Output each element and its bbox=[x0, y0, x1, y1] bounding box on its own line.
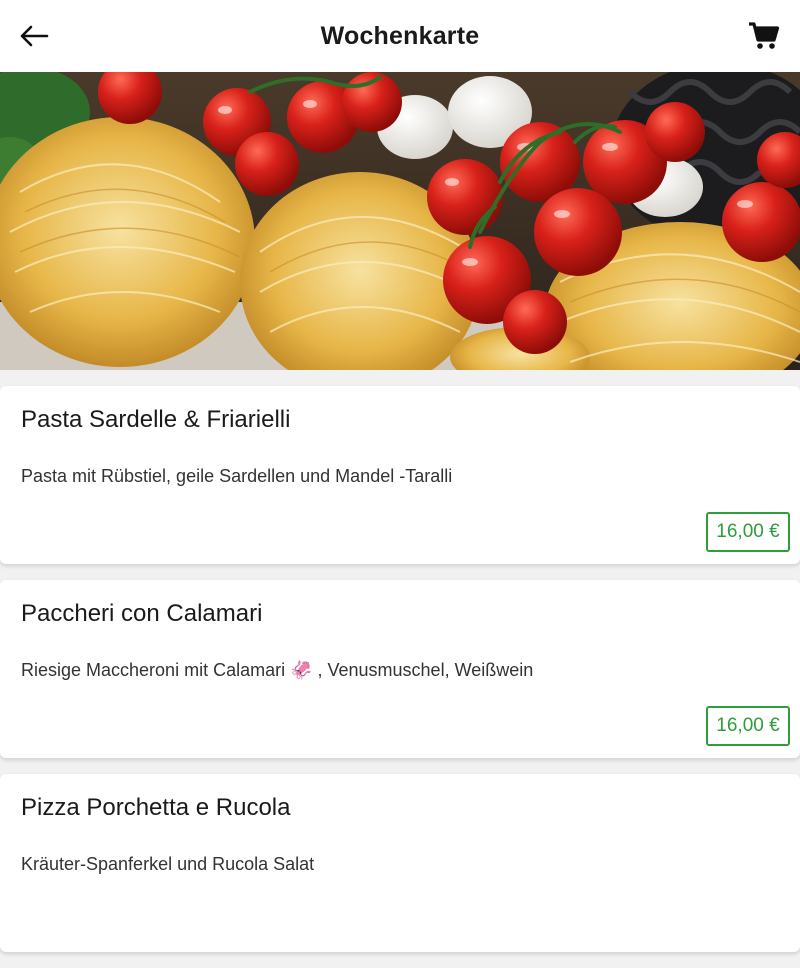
menu-item-description: Kräuter-Spanferkel und Rucola Salat bbox=[21, 854, 315, 874]
pasta-tomatoes-photo bbox=[0, 72, 800, 370]
back-button[interactable] bbox=[14, 18, 54, 54]
menu-item-title: Pizza Porchetta e Rucola bbox=[21, 794, 291, 821]
menu-item-description: Riesige Maccheroni mit Calamari 🦑 , Venu… bbox=[21, 660, 534, 680]
arrow-left-icon bbox=[20, 25, 49, 47]
page-title: Wochenkarte bbox=[320, 21, 480, 50]
menu-item-title: Pasta Sardelle & Friarielli bbox=[21, 406, 291, 433]
price-badge[interactable]: 16,00 € bbox=[706, 512, 790, 552]
menu-item-description: Pasta mit Rübstiel, geile Sardellen und … bbox=[21, 466, 453, 486]
menu-item-card[interactable]: Pizza Porchetta e Rucola Kräuter-Spanfer… bbox=[0, 774, 800, 952]
app-bar: Wochenkarte bbox=[0, 0, 800, 72]
shopping-cart-icon bbox=[749, 22, 780, 49]
menu-item-card[interactable]: Pasta Sardelle & Friarielli Pasta mit Rü… bbox=[0, 386, 800, 564]
hero-image bbox=[0, 72, 800, 370]
cart-button[interactable] bbox=[742, 16, 786, 56]
menu-item-card[interactable]: Paccheri con Calamari Riesige Maccheroni… bbox=[0, 580, 800, 758]
price-badge[interactable]: 16,00 € bbox=[706, 706, 790, 746]
menu-item-title: Paccheri con Calamari bbox=[21, 600, 263, 627]
menu-list: Pasta Sardelle & Friarielli Pasta mit Rü… bbox=[0, 386, 800, 968]
